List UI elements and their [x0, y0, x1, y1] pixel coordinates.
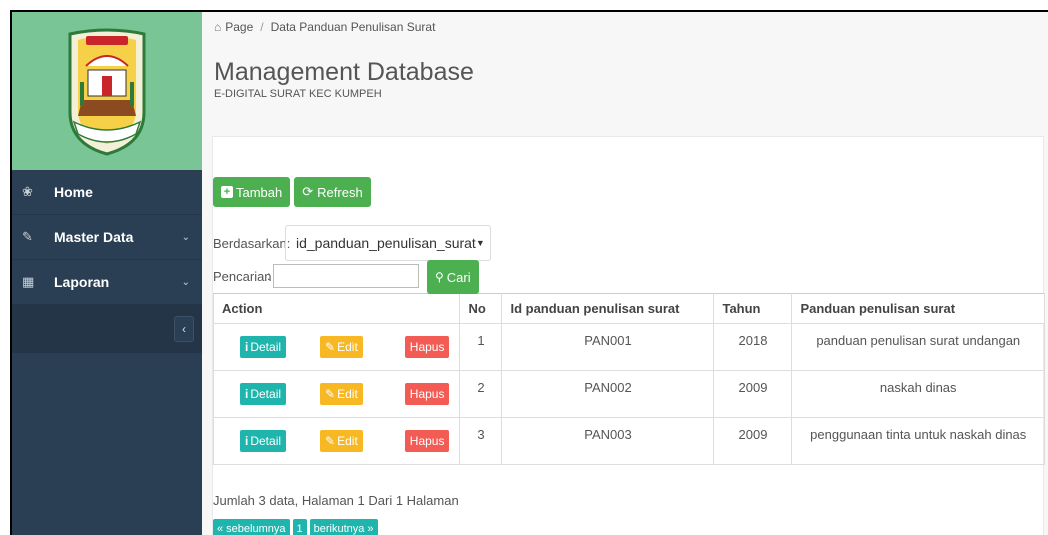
- add-button-label: Tambah: [236, 184, 283, 200]
- cell-tahun: 2018: [713, 323, 793, 371]
- pagination: « sebelumnya 1 berikutnya »: [213, 519, 1043, 535]
- delete-button[interactable]: Hapus: [404, 383, 450, 405]
- sidebar-item-home[interactable]: ❀ Home: [12, 170, 202, 215]
- cell-id: PAN003: [501, 417, 715, 465]
- sidebar: ❀ Home ✎ Master Data ⌄ ▦ Laporan ⌄ ‹: [12, 12, 202, 535]
- chevron-left-icon: ‹: [182, 322, 186, 336]
- breadcrumb-home-link[interactable]: Page: [225, 20, 253, 34]
- detail-button[interactable]: i Detail: [240, 336, 287, 358]
- filter-selected-value: id_panduan_penulisan_surat: [296, 235, 476, 251]
- cell-panduan: panduan penulisan surat undangan: [791, 323, 1045, 371]
- calendar-icon: ▦: [22, 274, 35, 289]
- home-icon: ⌂: [214, 20, 222, 34]
- cell-id: PAN002: [501, 370, 715, 418]
- data-panel: + Tambah ⟳ Refresh Berdasarkan: id_pandu…: [212, 136, 1045, 535]
- sidebar-collapse-row: ‹: [12, 305, 202, 353]
- sidebar-item-label: Master Data: [54, 229, 134, 245]
- cell-tahun: 2009: [713, 370, 793, 418]
- page-subtitle: E-DIGITAL SURAT KEC KUMPEH: [214, 88, 382, 100]
- filter-label: Berdasarkan:: [213, 235, 291, 251]
- info-icon: i: [245, 387, 249, 401]
- edit-label: Edit: [337, 387, 358, 401]
- table-row: i Detail ✎ Edit Hapus 2 PAN002 2009 naskah…: [212, 370, 1045, 418]
- edit-icon: ✎: [325, 387, 336, 401]
- delete-label: Hapus: [409, 434, 445, 448]
- table-row: i Detail ✎ Edit Hapus 1 PAN001 2018 pandua…: [212, 323, 1045, 371]
- refresh-button-label: Refresh: [317, 184, 363, 200]
- delete-button[interactable]: Hapus: [404, 430, 450, 452]
- action-cell: i Detail ✎ Edit Hapus: [212, 323, 461, 371]
- search-icon: ⚲: [435, 270, 444, 284]
- delete-button[interactable]: Hapus: [404, 336, 450, 358]
- add-button[interactable]: + Tambah: [213, 177, 291, 207]
- cell-no: 3: [459, 417, 503, 465]
- edit-icon: ✎: [22, 229, 33, 244]
- column-header-no: No: [459, 293, 503, 324]
- filter-field-select[interactable]: id_panduan_penulisan_surat ▼: [285, 225, 491, 261]
- chevron-down-icon: ⌄: [181, 231, 190, 243]
- next-page-button[interactable]: berikutnya »: [309, 519, 378, 535]
- info-icon: i: [245, 434, 249, 448]
- edit-icon: ✎: [325, 340, 336, 354]
- edit-label: Edit: [337, 434, 358, 448]
- plus-icon: +: [221, 186, 233, 198]
- cell-tahun: 2009: [713, 417, 793, 465]
- table-header-row: Action No Id panduan penulisan surat Tah…: [212, 293, 1045, 324]
- refresh-icon: ⟳: [302, 184, 314, 199]
- breadcrumb: ⌂ Page / Data Panduan Penulisan Surat: [210, 12, 1048, 42]
- delete-label: Hapus: [409, 387, 445, 401]
- search-label: Pencarian: [213, 268, 272, 284]
- home-icon: ❀: [22, 184, 33, 199]
- info-icon: i: [245, 340, 249, 354]
- cell-no: 2: [459, 370, 503, 418]
- cell-panduan: naskah dinas: [791, 370, 1045, 418]
- column-header-id: Id panduan penulisan surat: [501, 293, 715, 324]
- app-frame: ❀ Home ✎ Master Data ⌄ ▦ Laporan ⌄ ‹ ⌂ P…: [10, 10, 1048, 535]
- filter-row: Berdasarkan: id_panduan_penulisan_surat …: [213, 225, 1043, 261]
- refresh-button[interactable]: ⟳ Refresh: [294, 177, 371, 207]
- detail-button[interactable]: i Detail: [240, 383, 287, 405]
- breadcrumb-separator: /: [260, 20, 264, 34]
- detail-label: Detail: [250, 387, 282, 401]
- action-cell: i Detail ✎ Edit Hapus: [212, 417, 461, 465]
- table-row: i Detail ✎ Edit Hapus 3 PAN003 2009 penggu…: [212, 417, 1045, 465]
- detail-label: Detail: [250, 434, 282, 448]
- toolbar: + Tambah ⟳ Refresh: [213, 177, 1043, 207]
- data-table: Action No Id panduan penulisan surat Tah…: [212, 293, 1045, 465]
- column-header-action: Action: [212, 293, 461, 324]
- sidebar-item-master-data[interactable]: ✎ Master Data ⌄: [12, 215, 202, 260]
- column-header-tahun: Tahun: [713, 293, 793, 324]
- detail-label: Detail: [250, 340, 282, 354]
- regency-logo: [68, 28, 146, 156]
- detail-button[interactable]: i Detail: [240, 430, 287, 452]
- page-title: Management Database: [214, 58, 474, 86]
- edit-button[interactable]: ✎ Edit: [320, 383, 363, 405]
- edit-button[interactable]: ✎ Edit: [320, 336, 363, 358]
- search-button[interactable]: ⚲ Cari: [427, 260, 479, 294]
- action-cell: i Detail ✎ Edit Hapus: [212, 370, 461, 418]
- edit-icon: ✎: [325, 434, 336, 448]
- sidebar-item-label: Laporan: [54, 274, 110, 290]
- caret-down-icon: ▼: [475, 238, 485, 248]
- search-input[interactable]: [273, 264, 419, 288]
- edit-label: Edit: [337, 340, 358, 354]
- edit-button[interactable]: ✎ Edit: [320, 430, 363, 452]
- sidebar-item-label: Home: [54, 184, 93, 200]
- main-content: ⌂ Page / Data Panduan Penulisan Surat Ma…: [202, 12, 1048, 535]
- delete-label: Hapus: [409, 340, 445, 354]
- logo-area: [12, 12, 202, 170]
- column-header-panduan: Panduan penulisan surat: [791, 293, 1045, 324]
- cell-no: 1: [459, 323, 503, 371]
- collapse-sidebar-button[interactable]: ‹: [174, 316, 194, 342]
- page-number-button[interactable]: 1: [292, 519, 307, 535]
- breadcrumb-current: Data Panduan Penulisan Surat: [270, 20, 436, 34]
- prev-page-button[interactable]: « sebelumnya: [213, 519, 290, 535]
- search-row: Pencarian : ⚲ Cari: [213, 260, 1043, 294]
- sidebar-item-laporan[interactable]: ▦ Laporan ⌄: [12, 260, 202, 305]
- search-button-label: Cari: [446, 269, 471, 285]
- cell-id: PAN001: [501, 323, 715, 371]
- cell-panduan: penggunaan tinta untuk naskah dinas: [791, 417, 1045, 465]
- chevron-down-icon: ⌄: [181, 276, 190, 288]
- pagination-info: Jumlah 3 data, Halaman 1 Dari 1 Halaman: [213, 493, 459, 508]
